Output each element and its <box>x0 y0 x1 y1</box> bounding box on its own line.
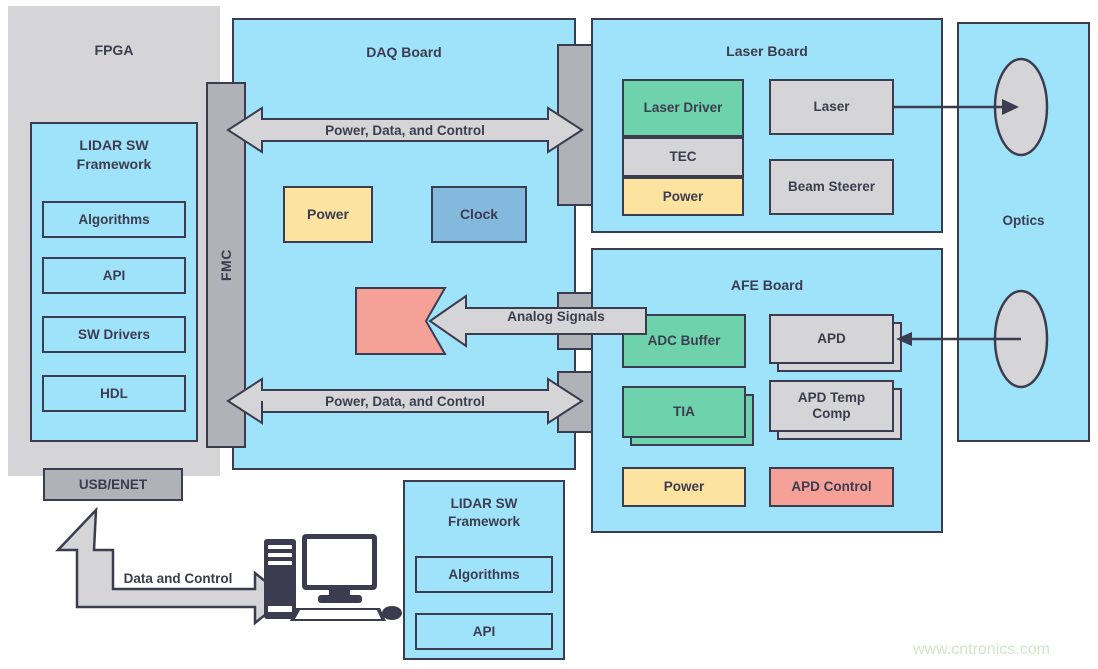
apd-temp-comp-line2: Comp <box>812 406 851 421</box>
usb-enet-port[interactable]: USB/ENET <box>43 468 183 501</box>
afe-block-apd-control[interactable]: APD Control <box>769 467 894 507</box>
afe-block-tia-front[interactable]: TIA <box>622 386 746 438</box>
arrow-label-power-data-control-bottom: Power, Data, and Control <box>325 394 485 409</box>
afe-block-apd-front[interactable]: APD <box>769 314 894 364</box>
afe-block-apd-temp-comp-front[interactable]: APD Temp Comp <box>769 380 894 432</box>
arrow-label-analog-signals: Analog Signals <box>507 309 605 324</box>
laser-board-title: Laser Board <box>726 43 808 59</box>
fpga-framework-item-api[interactable]: API <box>42 257 186 294</box>
optics-title: Optics <box>1002 213 1045 228</box>
fpga-framework-item-algorithms[interactable]: Algorithms <box>42 201 186 238</box>
laser-block-laser[interactable]: Laser <box>769 79 894 135</box>
daq-block-clock[interactable]: Clock <box>431 186 527 243</box>
afe-block-apd-temp-comp[interactable]: APD Temp Comp <box>769 380 902 440</box>
laser-block-laser-driver[interactable]: Laser Driver <box>622 79 744 137</box>
lidar-block-diagram: FPGA LIDAR SW Framework Algorithms API S… <box>0 0 1098 669</box>
host-framework-title-line2: Framework <box>447 514 521 529</box>
apd-temp-comp-line1: APD Temp <box>797 390 866 406</box>
arrow-label-data-and-control: Data and Control <box>123 571 233 586</box>
fpga-title: FPGA <box>94 42 134 58</box>
host-framework-title-line1: LIDAR SW <box>450 496 518 511</box>
optics-container <box>957 22 1090 442</box>
afe-block-tia[interactable]: TIA <box>622 386 754 446</box>
laser-block-power[interactable]: Power <box>622 177 744 216</box>
arrow-label-power-data-control-top: Power, Data, and Control <box>325 123 485 138</box>
fpga-framework-item-sw-drivers[interactable]: SW Drivers <box>42 316 186 353</box>
fpga-framework-item-hdl[interactable]: HDL <box>42 375 186 412</box>
fpga-framework-title-line1: LIDAR SW <box>79 137 149 153</box>
laser-block-tec[interactable]: TEC <box>622 137 744 177</box>
daq-block-power[interactable]: Power <box>283 186 373 243</box>
desktop-computer-icon <box>264 534 402 621</box>
daq-connector-middle-lower[interactable] <box>557 330 593 350</box>
host-framework-item-algorithms[interactable]: Algorithms <box>415 556 553 593</box>
arrow-data-and-control <box>55 506 288 626</box>
laser-block-beam-steerer[interactable]: Beam Steerer <box>769 159 894 215</box>
afe-board-title: AFE Board <box>730 277 804 293</box>
host-framework-item-api[interactable]: API <box>415 613 553 650</box>
watermark: www.cntronics.com <box>913 641 1050 658</box>
afe-block-power[interactable]: Power <box>622 467 746 507</box>
fpga-framework-title-line2: Framework <box>76 156 152 172</box>
afe-block-apd[interactable]: APD <box>769 314 902 372</box>
daq-board-title: DAQ Board <box>366 44 442 60</box>
